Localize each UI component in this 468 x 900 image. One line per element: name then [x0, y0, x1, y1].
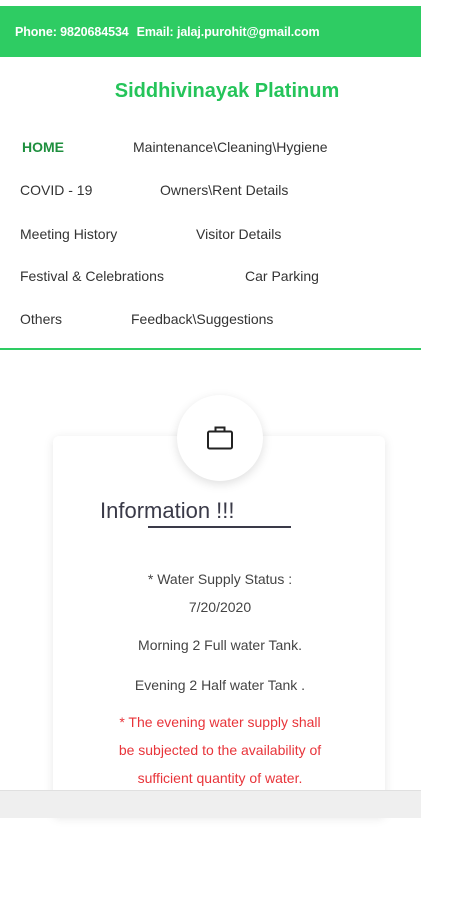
nav-home[interactable]: HOME [22, 139, 64, 155]
icon-badge [177, 395, 263, 481]
nav-feedback[interactable]: Feedback\Suggestions [131, 311, 273, 327]
information-card [53, 436, 385, 816]
email-text[interactable]: Email: jalaj.purohit@gmail.com [137, 25, 320, 39]
nav-divider [0, 348, 421, 350]
nav-meeting-history[interactable]: Meeting History [20, 226, 117, 242]
nav-owners-rent[interactable]: Owners\Rent Details [160, 182, 288, 198]
morning-supply: Morning 2 Full water Tank. [138, 637, 302, 653]
site-title[interactable]: Siddhivinayak Platinum [0, 80, 454, 103]
evening-supply: Evening 2 Half water Tank . [134, 677, 306, 693]
nav-maintenance[interactable]: Maintenance\Cleaning\Hygiene [133, 139, 328, 155]
water-status-date: 7/20/2020 [188, 599, 252, 615]
nav-car-parking[interactable]: Car Parking [245, 268, 319, 284]
phone-text[interactable]: Phone: 9820684534 [15, 25, 129, 39]
supply-note-line-2: be subjected to the availability of [118, 742, 322, 758]
card-title: Information !!! [100, 498, 235, 523]
water-status-label: * Water Supply Status : [147, 571, 293, 587]
nav-visitor-details[interactable]: Visitor Details [196, 226, 281, 242]
nav-festival[interactable]: Festival & Celebrations [20, 268, 164, 284]
contact-bar: Phone: 9820684534 Email: jalaj.purohit@g… [0, 6, 421, 57]
supply-note-line-1: * The evening water supply shall [119, 714, 321, 730]
nav-covid[interactable]: COVID - 19 [20, 182, 92, 198]
bottom-bar [0, 790, 421, 818]
briefcase-icon [207, 426, 233, 450]
nav-others[interactable]: Others [20, 311, 62, 327]
page: Phone: 9820684534 Email: jalaj.purohit@g… [0, 0, 421, 900]
title-underline [148, 526, 291, 528]
supply-note-line-3: sufficient quantity of water. [137, 770, 303, 786]
